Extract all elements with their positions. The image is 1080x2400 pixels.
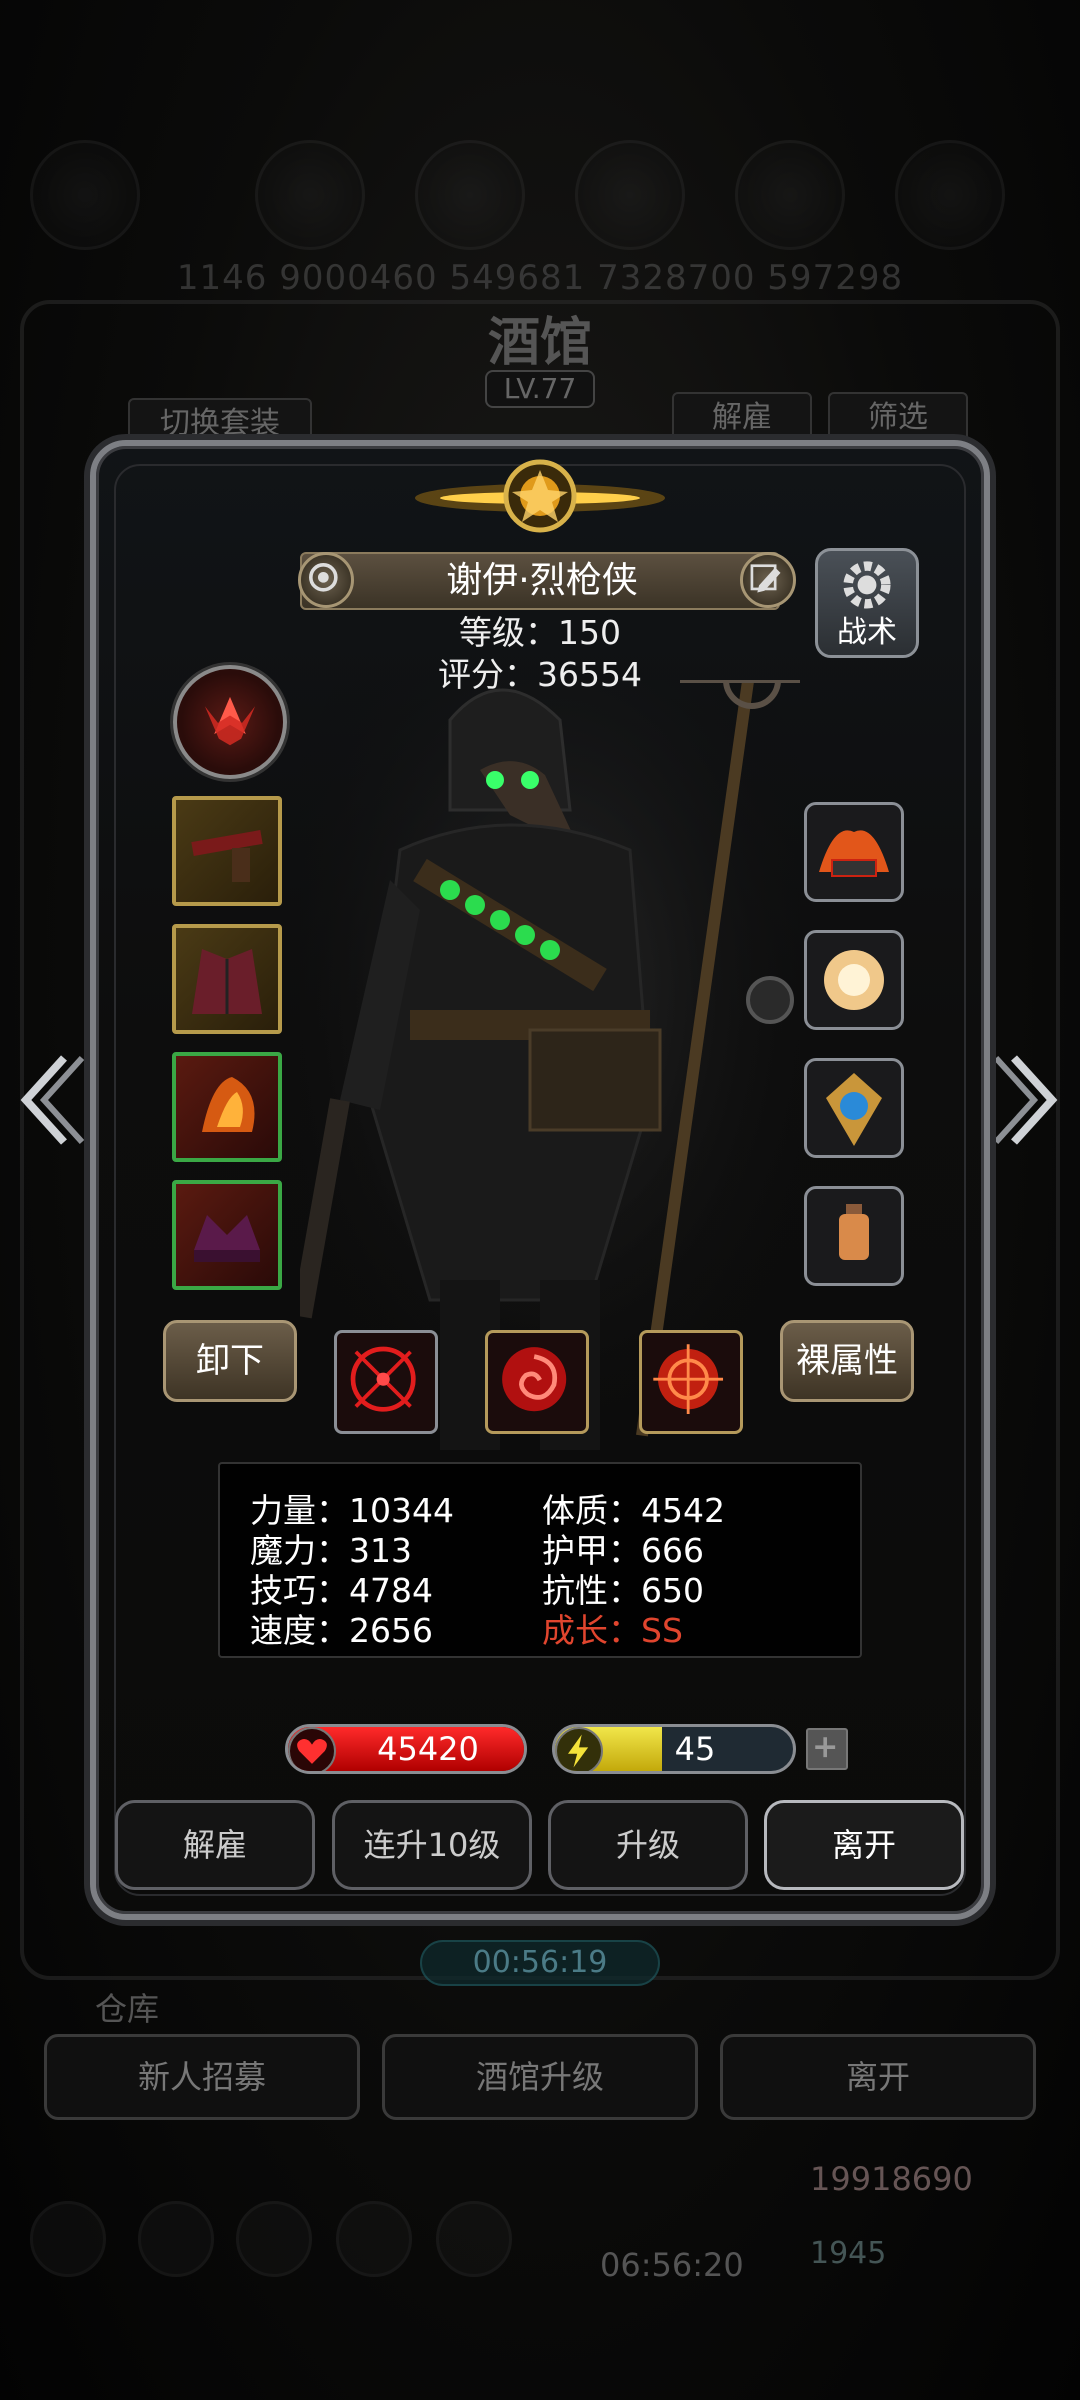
skill-slot-1[interactable] (334, 1330, 438, 1434)
tactics-label: 战术 (837, 615, 897, 650)
badge-icon (309, 563, 338, 592)
level-up-button[interactable]: 升级 (548, 1800, 748, 1890)
claw-emblem-icon (204, 696, 256, 746)
class-emblem-button[interactable] (173, 665, 287, 779)
background-top-icons (30, 130, 1050, 250)
lantern-item-icon (839, 1204, 869, 1260)
bg-hand-icon (735, 140, 845, 250)
bg-dock-icon-4 (336, 2201, 412, 2277)
background-dismiss-button: 解雇 (672, 392, 812, 444)
bg-dock-icon-1 (30, 2201, 106, 2277)
stat-speed: 速度：2656 (250, 1611, 433, 1650)
hero-name: 谢伊·烈枪侠 (446, 560, 638, 601)
background-gem-count: 1945 (810, 2236, 887, 2271)
stat-growth: 成长：SS (542, 1611, 683, 1650)
hero-score: 评分：36554 (438, 655, 642, 694)
stats-box: 力量：10344 魔力：313 技巧：4784 速度：2656 体质：4542 … (218, 1462, 862, 1658)
fire-crown-item-icon (819, 830, 889, 877)
edit-pencil-icon (750, 564, 781, 593)
armor-slot[interactable] (172, 924, 282, 1034)
crest-emblem-icon (415, 459, 665, 533)
arrow-right-icon[interactable] (992, 1050, 1062, 1150)
accessory-slot-2[interactable] (172, 1180, 282, 1290)
bg-dock-icon-2 (138, 2201, 214, 2277)
bg-avatar-icon (30, 140, 140, 250)
arrow-left-icon[interactable] (16, 1050, 86, 1150)
background-timer: 00:56:19 (420, 1940, 660, 1986)
hero-badge-button[interactable] (298, 552, 354, 608)
bg-book-icon (575, 140, 685, 250)
dismiss-button[interactable]: 解雇 (115, 1800, 315, 1890)
recruit-button: 新人招募 (44, 2034, 360, 2120)
background-resource-line: 1146 9000460 549681 7328700 597298 (176, 258, 904, 298)
tactics-button[interactable]: 战术 (815, 548, 919, 658)
background-warehouse-label: 仓库 (95, 1990, 160, 2028)
relic-slot-4[interactable] (804, 1186, 904, 1286)
skill-slot-3[interactable] (639, 1330, 743, 1434)
naked-attributes-button[interactable]: 裸属性 (780, 1320, 914, 1402)
hp-bar: 45420 (285, 1724, 527, 1774)
background-leave-button: 离开 (720, 2034, 1036, 2120)
accessory-slot-1[interactable] (172, 1052, 282, 1162)
leave-button[interactable]: 离开 (764, 1800, 964, 1890)
energy-value: 45 (674, 1730, 716, 1768)
upgrade-tavern-button: 酒馆升级 (382, 2034, 698, 2120)
relic-slot-3[interactable] (804, 1058, 904, 1158)
energy-bar: 45 (552, 1724, 796, 1774)
relic-slot-2[interactable] (804, 930, 904, 1030)
vortex-skill-icon (502, 1347, 567, 1412)
rename-button[interactable] (740, 552, 796, 608)
amulet-item-icon (826, 1073, 882, 1146)
relic-slot-1[interactable] (804, 802, 904, 902)
bg-planet-icon (255, 140, 365, 250)
add-energy-button[interactable] (806, 1728, 848, 1770)
hero-name-bar: 谢伊·烈枪侠 (300, 552, 780, 610)
plus-icon (815, 1737, 836, 1758)
dark-crown-item-icon (194, 1215, 260, 1262)
flame-claw-item-icon (202, 1077, 255, 1132)
bg-burger-icon (415, 140, 525, 250)
glowing-orb-item-icon (824, 950, 884, 1010)
hp-value: 45420 (377, 1730, 479, 1768)
background-dock (30, 2195, 1050, 2285)
bg-dock-icon-3 (236, 2201, 312, 2277)
jacket-item-icon (192, 949, 262, 1014)
crosshair-skill-icon (350, 1346, 416, 1412)
target-skill-icon (653, 1344, 724, 1415)
weapon-slot[interactable] (172, 796, 282, 906)
shotgun-item-icon (191, 830, 263, 882)
background-clock: 06:56:20 (600, 2246, 744, 2284)
background-level-badge: LV.77 (485, 370, 595, 408)
bg-wing-icon (895, 140, 1005, 250)
unequip-button[interactable]: 卸下 (163, 1320, 297, 1402)
background-title: 酒馆 (487, 312, 592, 373)
background-filter-button: 筛选 (828, 392, 968, 444)
bg-dock-icon-5 (436, 2201, 512, 2277)
background-gold-count: 19918690 (810, 2160, 973, 2198)
level-up-10-button[interactable]: 连升10级 (332, 1800, 532, 1890)
skill-slot-2[interactable] (485, 1330, 589, 1434)
